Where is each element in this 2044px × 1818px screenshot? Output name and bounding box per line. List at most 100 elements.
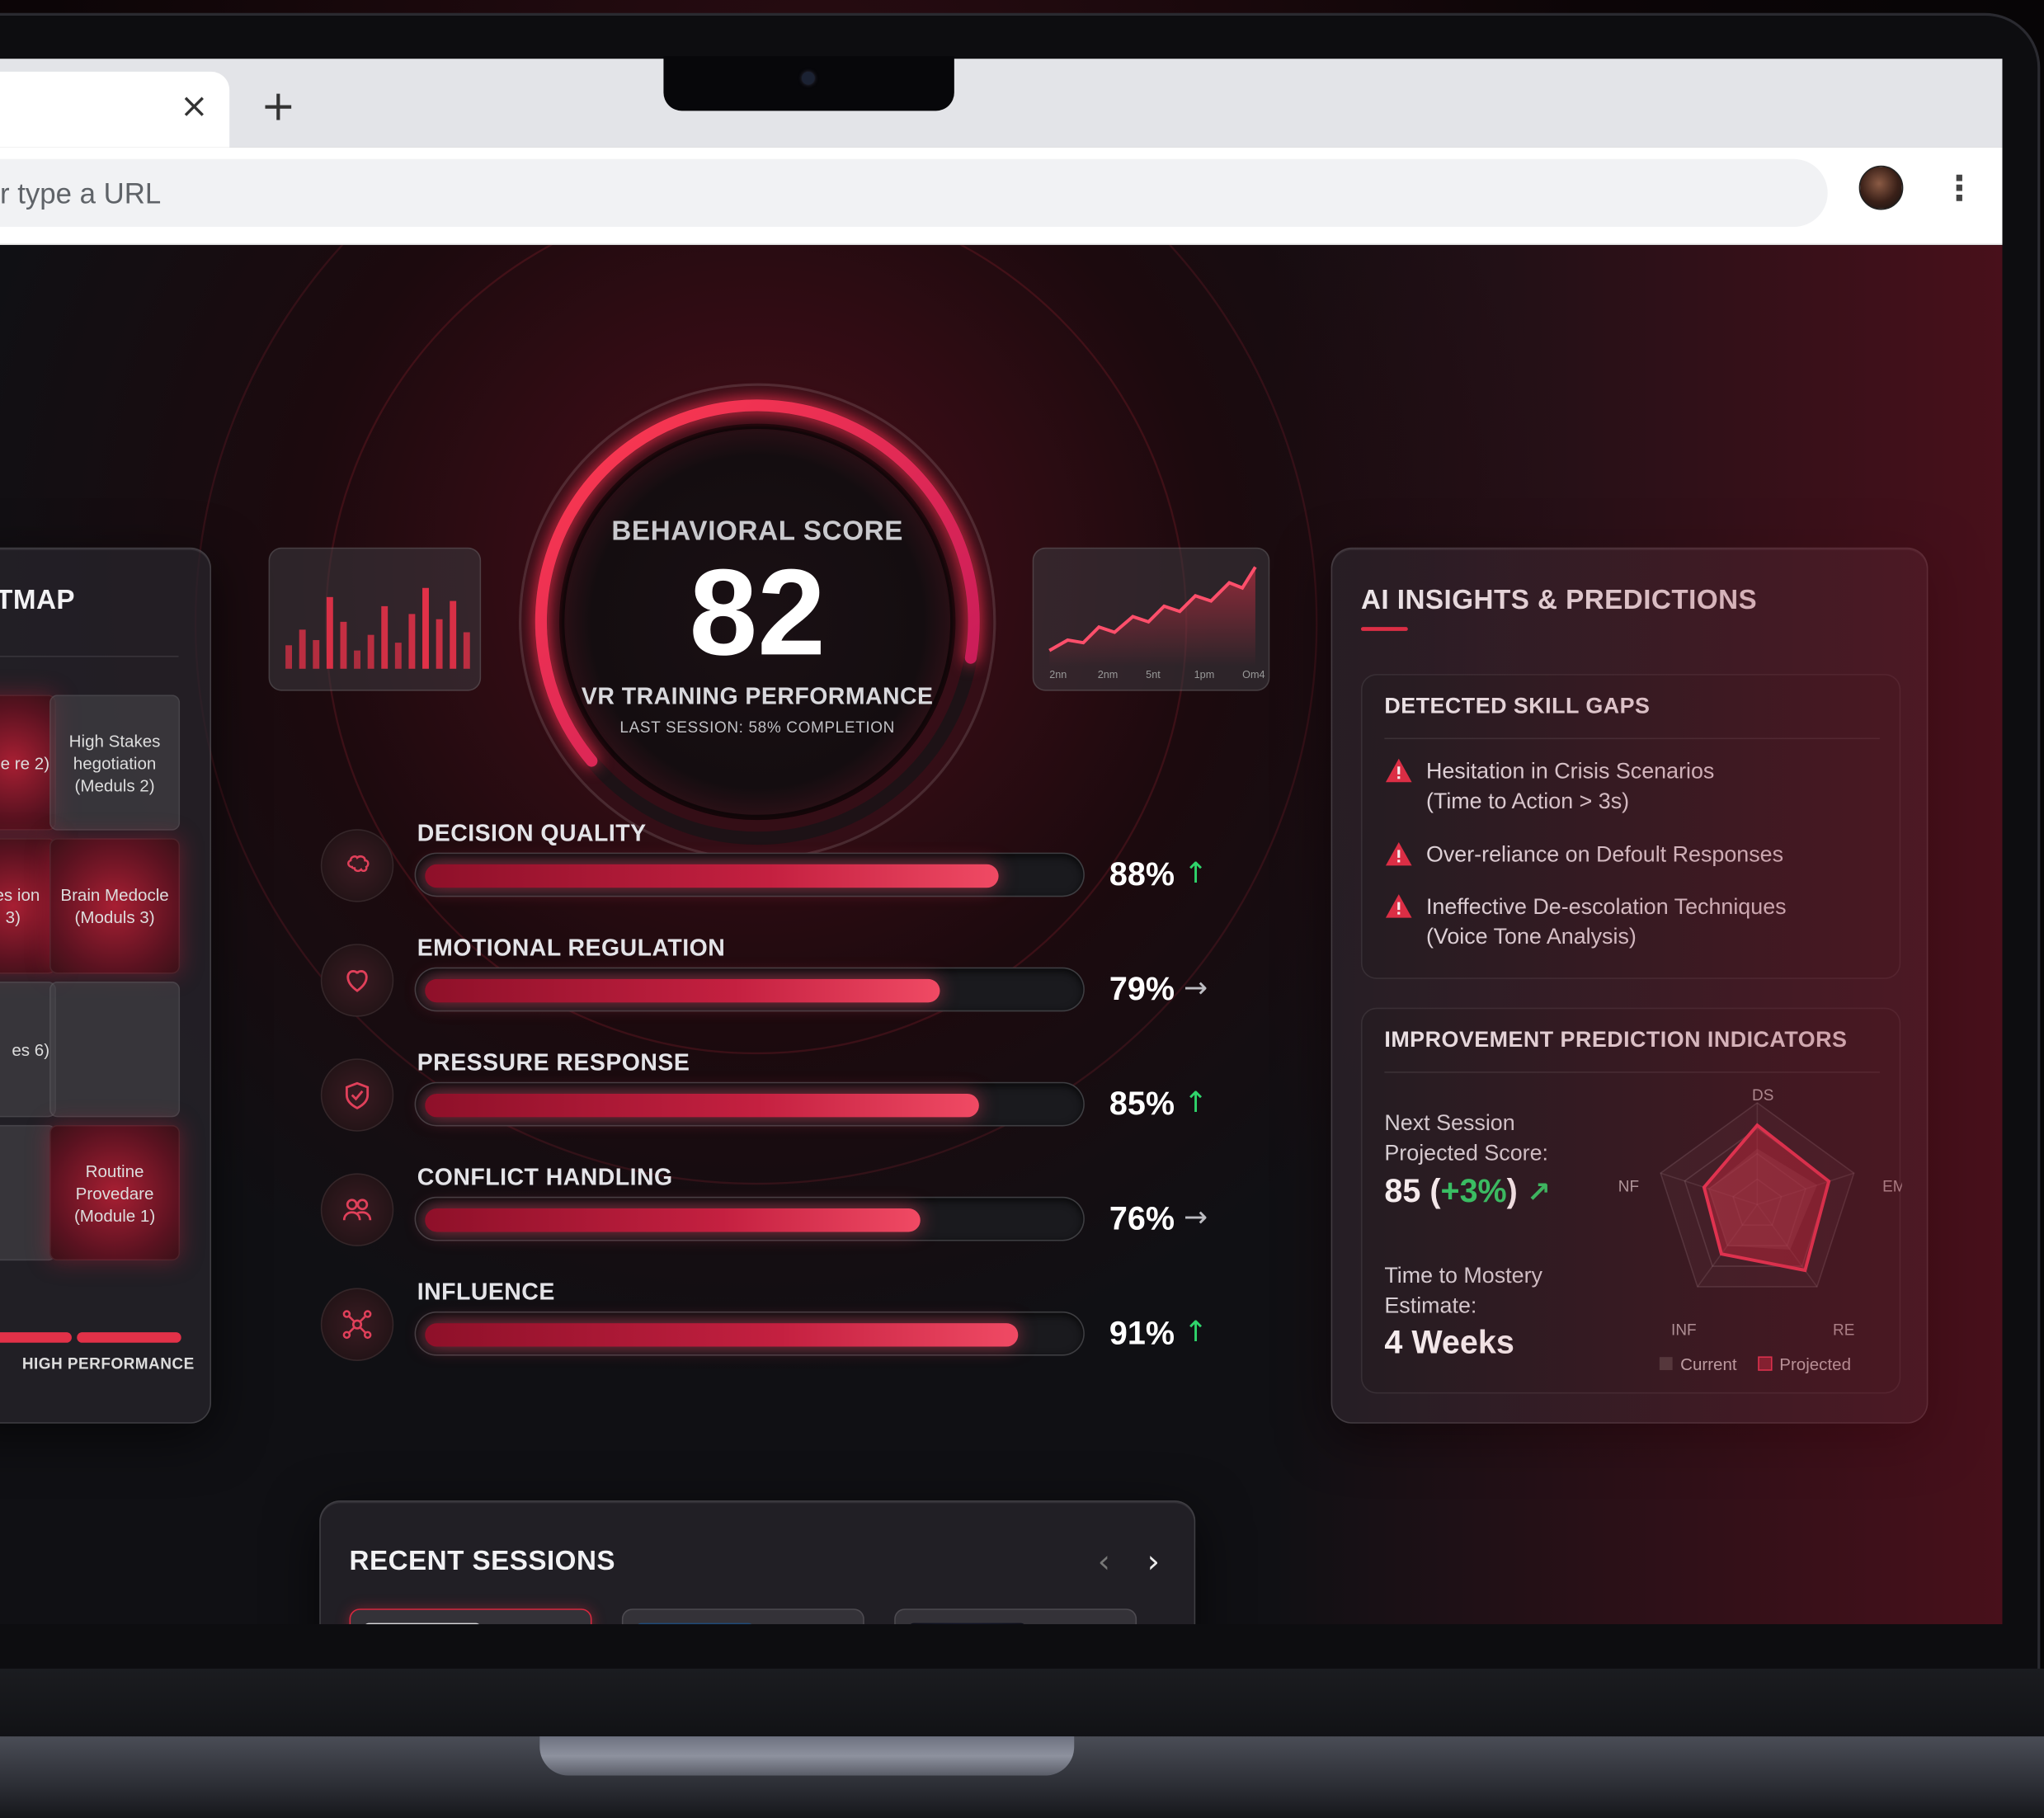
skill-gap-detail: (Voice Tone Analysis) [1425, 924, 1637, 949]
laptop-scene: × + r type a URL ⋮ MAP e re 2) High Stak… [0, 0, 2044, 1818]
metric-progress-track [414, 1196, 1085, 1241]
trend-up-icon: ↑ [1184, 1316, 1208, 1349]
projected-delta: +3% [1440, 1173, 1507, 1210]
metric-progress-fill [425, 1093, 979, 1118]
last-session-label: LAST SESSION: 58% COMPLETION [619, 718, 895, 737]
close-tab-icon[interactable]: × [180, 90, 208, 124]
next-arrow-icon[interactable]: › [1147, 1543, 1160, 1580]
projected-score-value: 85 [1384, 1173, 1421, 1210]
camera-icon [801, 71, 815, 85]
mini-bar-chart [268, 547, 482, 691]
metric-value: 76% [1109, 1200, 1175, 1237]
mini-bar [299, 629, 306, 669]
shield-icon [320, 1058, 394, 1132]
skill-gap-item: Ineffective De-escolation Techniques (Voi… [1384, 892, 1787, 952]
metric-progress-fill [425, 978, 940, 1003]
mini-line-tick: 5nt [1146, 668, 1161, 681]
warning-icon [1385, 841, 1412, 866]
heart-icon [320, 944, 394, 1017]
dashboard: ATMAP e re 2)High Stakes hegotiation (Me… [0, 245, 2003, 1625]
mini-bar [326, 596, 333, 669]
mini-bar [394, 643, 402, 669]
tab-strip: × + [0, 59, 2003, 148]
metric-label: DECISION QUALITY [417, 820, 647, 846]
heatmap-cell[interactable]: High Stakes hegotiation (Meduls 2) [49, 695, 181, 831]
browser-tab[interactable]: × [0, 71, 230, 148]
metric-label: INFLUENCE [417, 1279, 555, 1305]
legend-current-label: Current [1680, 1355, 1737, 1374]
trend-up-icon: ↑ [1184, 1087, 1208, 1120]
metric-label: EMOTIONAL REGULATION [417, 935, 726, 961]
mini-bar [381, 605, 389, 669]
metric-value: 79% [1109, 971, 1175, 1008]
session-card[interactable]: 05/19/22 [621, 1608, 864, 1625]
laptop-hinge [539, 1736, 1075, 1776]
mini-bar [354, 650, 360, 669]
trend-flat-icon: → [1184, 1202, 1208, 1235]
mini-bar [422, 587, 429, 669]
address-bar[interactable]: r type a URL [0, 158, 1828, 227]
radar-axis-label: RE [1833, 1321, 1854, 1339]
legend-projected-swatch [1758, 1356, 1773, 1371]
divider [1384, 1071, 1880, 1073]
skill-gap-detail: (Time to Action > 3s) [1425, 789, 1630, 814]
next-session-label: Next Session Projected Score: [1384, 1108, 1548, 1168]
new-tab-button[interactable]: + [261, 85, 295, 127]
prev-arrow-icon[interactable]: ‹ [1098, 1543, 1110, 1580]
legend-projected-label: Projected [1779, 1355, 1851, 1374]
users-icon [320, 1173, 394, 1246]
laptop-chin [0, 1668, 2044, 1737]
mini-line-tick: 1pm [1194, 668, 1215, 681]
skill-gap-text: Over-reliance on Defoult Responses [1426, 840, 1783, 869]
metric-progress-track [414, 1081, 1085, 1127]
metric-progress-track [414, 852, 1085, 897]
next-session-label-line2: Projected Score: [1384, 1140, 1549, 1166]
mini-bar [450, 601, 457, 669]
camera-notch [663, 55, 954, 111]
metric-label: CONFLICT HANDLING [417, 1164, 673, 1190]
heatmap-cell[interactable] [49, 982, 181, 1118]
divider [1384, 737, 1880, 740]
title-accent [1360, 627, 1408, 631]
profile-avatar[interactable] [1858, 165, 1904, 210]
mini-bar [408, 614, 416, 669]
metric-progress-fill [425, 864, 999, 888]
mini-line-tick: 2nm [1097, 668, 1119, 681]
skill-gap-title: Over-reliance on Defoult Responses [1425, 841, 1784, 867]
heatmap-cell[interactable]: Brain Medocle (Moduls 3) [49, 838, 181, 974]
prediction-card: IMPROVEMENT PREDICTION INDICATORS Next S… [1360, 1007, 1902, 1394]
trend-up-icon: ↗ [1526, 1177, 1551, 1210]
trend-up-icon: ↑ [1184, 857, 1208, 891]
ai-insights-panel: AI INSIGHTS & PREDICTIONS DETECTED SKILL… [1330, 547, 1929, 1424]
metric-value: 88% [1109, 856, 1175, 893]
metric-progress-track [414, 1311, 1085, 1356]
mini-bar [436, 619, 443, 669]
session-thumbnail [636, 1623, 754, 1625]
browser-toolbar: r type a URL ⋮ [0, 147, 2003, 246]
warning-icon [1385, 758, 1412, 783]
skill-gap-title: Hesitation in Crisis Scenarios [1425, 758, 1715, 784]
heatmap-legend-label: HIGH PERFORMANCE [21, 1354, 195, 1373]
score-value: 82 [689, 544, 826, 681]
recent-sessions-panel: RECENT SESSIONS ‹ › 07/08/23 05/19/22 05/0… [319, 1500, 1196, 1625]
mini-line-tick: 2nn [1049, 668, 1067, 681]
radar-axis-label: DS [1752, 1087, 1773, 1104]
session-thumbnail [908, 1623, 1026, 1625]
radar-axis-label: EM [1882, 1178, 1902, 1195]
heatmap-cell[interactable]: Routine Provedare (Module 1) [49, 1124, 181, 1261]
metric-label: PRESSURE RESPONSE [417, 1049, 690, 1076]
heatmap-cell[interactable]: kes ion 3) [0, 838, 56, 974]
insights-title: AI INSIGHTS & PREDICTIONS [1360, 585, 1758, 615]
session-card[interactable]: 05/03/23 [894, 1608, 1137, 1625]
session-card[interactable]: 07/08/23 [349, 1608, 592, 1625]
mastery-label-line2: Estimate: [1384, 1293, 1477, 1318]
heatmap-cell[interactable]: es 6) [0, 982, 56, 1118]
browser-menu-icon[interactable]: ⋮ [1943, 166, 1976, 210]
mini-line-tick: Om4 [1242, 668, 1265, 681]
network-icon [320, 1288, 394, 1361]
heatmap-cell[interactable] [0, 1124, 56, 1261]
legend-bar [0, 1332, 72, 1343]
heatmap-cell[interactable]: e re 2) [0, 695, 56, 831]
mini-bar [367, 634, 374, 669]
mini-bar [340, 621, 347, 669]
